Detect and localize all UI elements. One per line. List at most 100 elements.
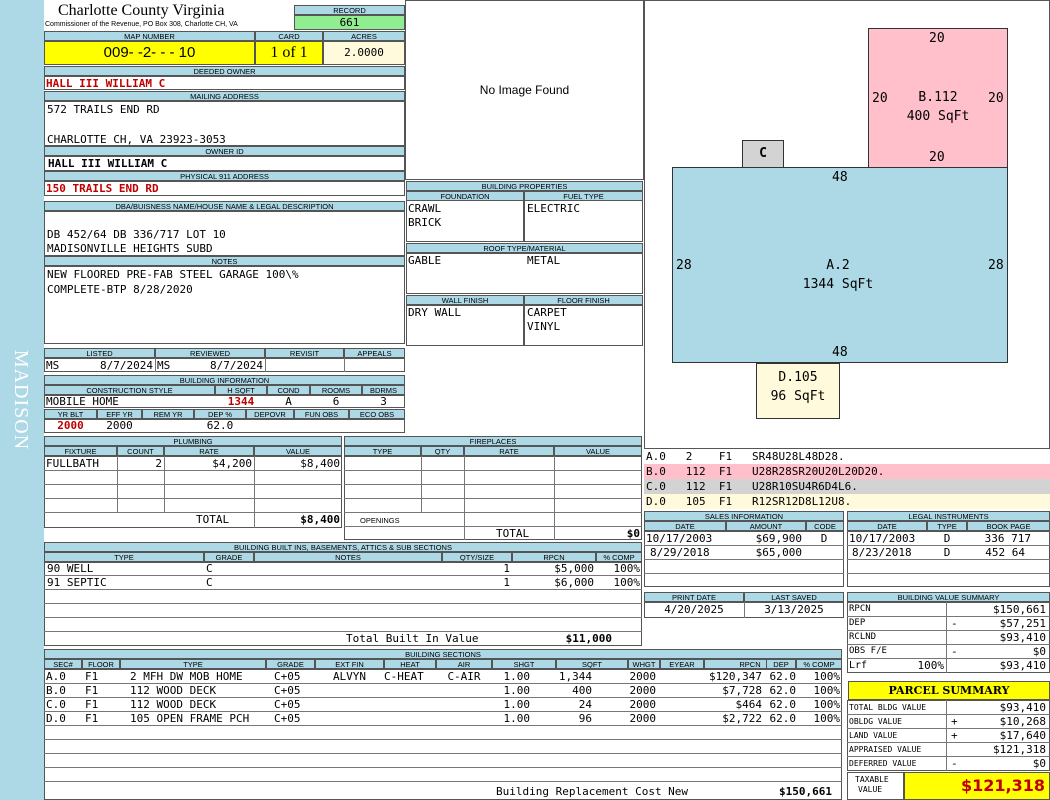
hsqft: 1344 — [227, 395, 255, 408]
bi-row-1-rpcn: $5,000 — [554, 562, 594, 575]
bi-qty-h: QTY/SIZE — [442, 552, 512, 562]
a-label: A.2 — [826, 258, 850, 273]
section-row-3-sec: C.0 — [46, 698, 66, 711]
building-properties-label: BUILDING PROPERTIES — [406, 181, 643, 191]
brcn-total: $150,661 — [779, 785, 832, 798]
section-col-dep-header: DEP — [766, 659, 796, 669]
section-row-1-shgt: 1.00 — [503, 670, 531, 683]
li-2-book: 452 64 — [985, 546, 1025, 559]
yrblt-label: YR BLT — [44, 409, 97, 419]
construction-style: MOBILE HOME — [46, 395, 119, 408]
section-row-4-floor: F1 — [85, 712, 99, 725]
bi-total: $11,000 — [565, 632, 612, 645]
section-row-4-grade: C+05 — [274, 712, 301, 725]
c-label: C — [759, 146, 767, 161]
section-col-heat-header: HEAT — [384, 659, 436, 669]
a-area: 1344 SqFt — [802, 277, 874, 292]
sale-1-amount: $69,900 — [755, 532, 802, 545]
builtins-label: BUILDING BUILT INS, BASEMENTS, ATTICS & … — [44, 542, 642, 552]
section-row-4-comp: 100% — [813, 712, 841, 725]
bvs-lrf: $93,410 — [999, 659, 1046, 672]
hsqft-label: H SQFT — [215, 385, 267, 395]
foundation-2: BRICK — [408, 216, 442, 229]
section-row-3-eyear: 2000 — [629, 698, 657, 711]
deeded-owner: HALL III WILLIAM C — [46, 77, 166, 90]
ps-land: $17,640 — [999, 729, 1046, 742]
fp-value-h: VALUE — [554, 446, 642, 456]
ps-appr: $121,318 — [993, 743, 1046, 756]
section-row-2-comp: 100% — [813, 684, 841, 697]
reviewed-by: MS — [157, 359, 171, 372]
acres-value: 2.0000 — [323, 41, 405, 65]
section-row-2-grade: C+05 — [274, 684, 301, 697]
li-2-type: D — [943, 546, 951, 559]
section-row-2-sqft: 400 — [572, 684, 592, 697]
appeals-label: APPEALS — [344, 348, 405, 358]
sale-2-amount: $65,000 — [755, 546, 802, 559]
dep-label: DEP % — [194, 409, 246, 419]
ps-def-label: DEFERRED VALUE — [849, 759, 917, 768]
section-col-eyear-header: EYEAR — [660, 659, 704, 669]
construction-style-label: CONSTRUCTION STYLE — [44, 385, 215, 395]
bvs-rclnd: $93,410 — [999, 631, 1046, 644]
ps-appr-label: APPRAISED VALUE — [849, 745, 922, 754]
note-line-1: NEW FLOORED PRE-FAB STEEL GARAGE 100\% — [47, 268, 299, 281]
listed-label: LISTED — [44, 348, 155, 358]
section-row-2-rpcn: $7,728 — [722, 684, 762, 697]
section-col-comp-header: % COMP — [796, 659, 842, 669]
li-1-date: 10/17/2003 — [849, 532, 916, 545]
plumb-fixture: FULLBATH — [46, 457, 99, 470]
fp-total: $0 — [626, 527, 640, 540]
wall-finish: DRY WALL — [408, 306, 461, 319]
section-row-3-comp: 100% — [813, 698, 841, 711]
bvs-lrf-label: Lrf — [849, 660, 868, 671]
mailing-line-2: CHARLOTTE CH, VA 23923-3053 — [47, 133, 226, 146]
print-date: 4/20/2025 — [664, 603, 724, 616]
record-label: RECORD — [294, 5, 405, 15]
print-date-label: PRINT DATE — [644, 592, 744, 602]
parcel-summary-title: PARCEL SUMMARY — [848, 681, 1050, 700]
roof-type: GABLE — [408, 254, 442, 267]
section-col-whgt-header: WHGT — [628, 659, 660, 669]
section-row-1-floor: F1 — [85, 670, 99, 683]
wall-finish-label: WALL FINISH — [406, 295, 524, 305]
section-row-1-rpcn: $120,347 — [709, 670, 762, 683]
section-row-1-dep: 62.0 — [769, 670, 797, 683]
legal-line-1: DB 452/64 DB 336/717 LOT 10 — [47, 228, 226, 241]
section-col-shgt-header: SHGT — [492, 659, 556, 669]
section-row-1-heat: C-HEAT — [384, 670, 424, 683]
b-label: B.112 — [918, 90, 958, 105]
sales-code-h: CODE — [806, 521, 844, 531]
plumb-value: $8,400 — [300, 457, 340, 470]
roof-box — [406, 253, 643, 294]
legal-instruments-label: LEGAL INSTRUMENTS — [847, 511, 1050, 521]
bvs-rclnd-label: RCLND — [849, 632, 877, 642]
li-1-type: D — [943, 532, 951, 545]
last-saved: 3/13/2025 — [764, 603, 824, 616]
bi-row-1-grade: C — [206, 562, 213, 575]
fp-qty-h: QTY — [421, 446, 464, 456]
county-subtitle: Commissioner of the Revenue, PO Box 308,… — [45, 21, 238, 28]
bvs-dep: $57,251 — [999, 617, 1046, 630]
listed-by: MS — [46, 359, 60, 372]
sale-1-code: D — [820, 532, 828, 545]
rooms-label: ROOMS — [310, 385, 362, 395]
section-row-3-type: 112 WOOD DECK — [130, 698, 217, 711]
a-dim-top: 48 — [832, 170, 848, 185]
fuel-type: ELECTRIC — [527, 202, 580, 215]
revisit-label: REVISIT — [265, 348, 344, 358]
section-row-3-dep: 62.0 — [769, 698, 797, 711]
bvs-label: BUILDING VALUE SUMMARY — [847, 592, 1050, 602]
section-col-sqft-header: SQFT — [556, 659, 628, 669]
legend-text-a: A.0 2 F1 SR48U28L48D28. — [646, 450, 845, 463]
section-col-sec-header: SEC# — [44, 659, 82, 669]
cond: A — [285, 395, 292, 408]
floor-finish-2: VINYL — [527, 320, 561, 333]
sales-date-h: DATE — [644, 521, 726, 531]
legal-line-2: MADISONVILLE HEIGHTS SUBD — [47, 242, 213, 255]
card-number: 1 of 1 — [255, 41, 323, 65]
brcn-label: Building Replacement Cost New — [496, 785, 689, 798]
section-row-1-sqft: 1,344 — [558, 670, 592, 683]
taxable-label-2: VALUE — [858, 785, 883, 794]
taxable-label-1: TAXABLE — [855, 775, 889, 784]
